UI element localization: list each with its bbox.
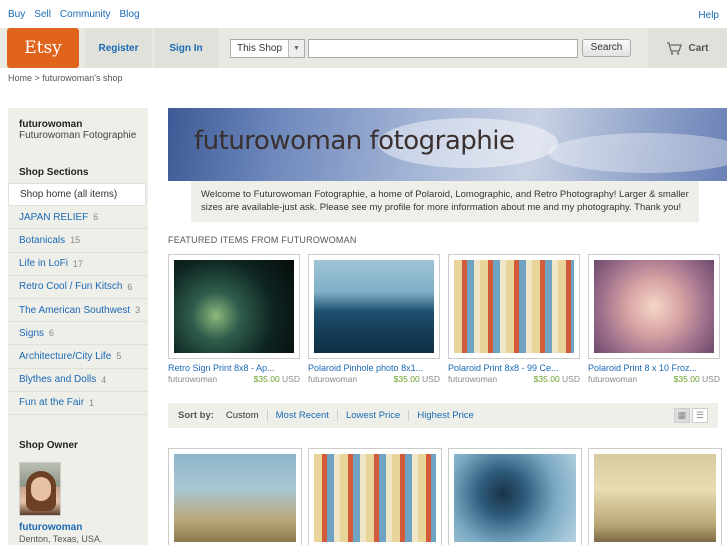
featured-items-title: FEATURED ITEMS FROM FUTUROWOMAN xyxy=(168,235,357,245)
section-label: Life in LoFi xyxy=(19,258,68,270)
listing-item-thumbnail[interactable] xyxy=(448,448,582,545)
breadcrumb: Home > futurowoman's shop xyxy=(8,73,123,83)
nav-link-buy[interactable]: Buy xyxy=(8,9,25,20)
top-nav: Buy Sell Community Blog Help xyxy=(0,0,727,28)
nav-link-sell[interactable]: Sell xyxy=(34,9,51,20)
section-label: Retro Cool / Fun Kitsch xyxy=(19,281,123,293)
sort-label: Sort by: xyxy=(178,410,214,421)
search-scope-select[interactable]: This Shop ▼ xyxy=(230,39,305,58)
sort-option-custom[interactable]: Custom xyxy=(226,410,267,421)
section-count: 17 xyxy=(72,258,83,269)
item-price: $35.00 xyxy=(533,374,560,384)
featured-item-card[interactable]: Polaroid Pinhole photo 8x1... futurowoma… xyxy=(308,254,442,384)
cart-icon xyxy=(667,41,683,55)
section-item-retro-cool[interactable]: Retro Cool / Fun Kitsch 6 xyxy=(8,276,148,299)
section-item-life-in-lofi[interactable]: Life in LoFi 17 xyxy=(8,253,148,276)
nav-link-blog[interactable]: Blog xyxy=(120,9,140,20)
shop-sidebar: futurowoman Futurowoman Fotographie Shop… xyxy=(8,108,148,545)
item-currency: USD xyxy=(282,374,300,384)
register-link[interactable]: Register xyxy=(85,28,152,68)
list-view-icon[interactable]: ☰ xyxy=(692,408,708,423)
banner-title: futurowoman fotographie xyxy=(194,126,515,156)
section-item-american-southwest[interactable]: The American Southwest 3 xyxy=(8,299,148,323)
item-seller[interactable]: futurowoman xyxy=(448,374,497,384)
listing-item-thumbnail[interactable] xyxy=(308,448,442,545)
search-button[interactable]: Search xyxy=(582,39,631,57)
chevron-down-icon: ▼ xyxy=(288,40,304,57)
listing-item-thumbnail[interactable] xyxy=(588,448,722,545)
search-scope-value: This Shop xyxy=(237,43,283,54)
site-header: Etsy Register Sign In This Shop ▼ Search… xyxy=(0,28,727,68)
section-item-architecture[interactable]: Architecture/City Life 5 xyxy=(8,345,148,369)
featured-item-card[interactable]: Polaroid Print 8 x 10 Froz... futurowoma… xyxy=(588,254,722,384)
item-price: $35.00 xyxy=(253,374,280,384)
section-label: The American Southwest xyxy=(19,304,131,316)
item-title-link[interactable]: Polaroid Print 8 x 10 Froz... xyxy=(588,363,722,373)
nav-link-community[interactable]: Community xyxy=(60,9,111,20)
section-item-japan-relief[interactable]: JAPAN RELIEF 6 xyxy=(8,206,148,230)
item-thumbnail[interactable] xyxy=(588,254,720,359)
item-currency: USD xyxy=(422,374,440,384)
section-label: Shop home (all items) xyxy=(20,189,118,201)
section-label: Signs xyxy=(19,327,45,339)
etsy-logo[interactable]: Etsy xyxy=(7,28,79,68)
section-count: 1 xyxy=(89,397,95,408)
listing-item-thumbnail[interactable] xyxy=(168,448,302,545)
search-input[interactable] xyxy=(308,39,578,58)
section-item-signs[interactable]: Signs 6 xyxy=(8,322,148,346)
section-count: 6 xyxy=(127,281,133,292)
item-price: $35.00 xyxy=(673,374,700,384)
sort-bar: Sort by: Custom Most Recent Lowest Price… xyxy=(168,403,718,428)
section-item-botanicals[interactable]: Botanicals 15 xyxy=(8,229,148,253)
sign-in-link[interactable]: Sign In xyxy=(154,28,218,68)
owner-name-link[interactable]: futurowoman xyxy=(19,522,82,533)
shop-subtitle: Futurowoman Fotographie xyxy=(19,130,137,141)
item-seller[interactable]: futurowoman xyxy=(168,374,217,384)
breadcrumb-text[interactable]: Home > futurowoman's shop xyxy=(8,73,123,83)
item-seller[interactable]: futurowoman xyxy=(588,374,637,384)
section-label: Architecture/City Life xyxy=(19,350,112,362)
section-count: 4 xyxy=(101,374,107,385)
grid-view-icon[interactable]: ▦ xyxy=(674,408,690,423)
section-label: Fun at the Fair xyxy=(19,397,85,409)
sort-option-lowest-price[interactable]: Lowest Price xyxy=(336,410,408,421)
section-label: Blythes and Dolls xyxy=(19,374,97,386)
section-label: JAPAN RELIEF xyxy=(19,211,89,223)
item-seller[interactable]: futurowoman xyxy=(308,374,357,384)
avatar[interactable] xyxy=(19,462,61,516)
section-label: Botanicals xyxy=(19,234,66,246)
section-item-shop-home[interactable]: Shop home (all items) xyxy=(8,183,146,207)
shop-welcome-message: Welcome to Futurowoman Fotographie, a ho… xyxy=(191,181,699,222)
section-count: 5 xyxy=(116,351,122,362)
item-currency: USD xyxy=(562,374,580,384)
item-thumbnail[interactable] xyxy=(308,254,440,359)
shop-sections-title: Shop Sections xyxy=(19,167,89,178)
section-count: 6 xyxy=(93,212,99,223)
section-count: 6 xyxy=(49,328,55,339)
cart-button[interactable]: Cart xyxy=(648,28,727,68)
sort-option-most-recent[interactable]: Most Recent xyxy=(266,410,337,421)
shop-sections-list: Shop home (all items) JAPAN RELIEF 6 Bota… xyxy=(8,183,148,415)
item-title-link[interactable]: Polaroid Pinhole photo 8x1... xyxy=(308,363,442,373)
item-currency: USD xyxy=(702,374,720,384)
section-item-fun-at-fair[interactable]: Fun at the Fair 1 xyxy=(8,392,148,415)
item-title-link[interactable]: Retro Sign Print 8x8 - Ap... xyxy=(168,363,302,373)
owner-location: Denton, Texas, USA. xyxy=(19,534,103,544)
item-thumbnail[interactable] xyxy=(168,254,300,359)
featured-item-card[interactable]: Retro Sign Print 8x8 - Ap... futurowoman… xyxy=(168,254,302,384)
section-item-blythes-dolls[interactable]: Blythes and Dolls 4 xyxy=(8,369,148,392)
nav-link-help[interactable]: Help xyxy=(698,10,719,21)
cart-label: Cart xyxy=(688,42,709,54)
shop-owner-title: Shop Owner xyxy=(19,440,78,451)
featured-item-card[interactable]: Polaroid Print 8x8 - 99 Ce... futurowoma… xyxy=(448,254,582,384)
sort-option-highest-price[interactable]: Highest Price xyxy=(408,410,482,421)
shop-banner: futurowoman fotographie xyxy=(168,108,727,181)
item-thumbnail[interactable] xyxy=(448,254,580,359)
section-count: 3 xyxy=(135,305,141,316)
item-price: $35.00 xyxy=(393,374,420,384)
section-count: 15 xyxy=(70,235,81,246)
item-title-link[interactable]: Polaroid Print 8x8 - 99 Ce... xyxy=(448,363,582,373)
shop-name: futurowoman xyxy=(19,119,83,130)
